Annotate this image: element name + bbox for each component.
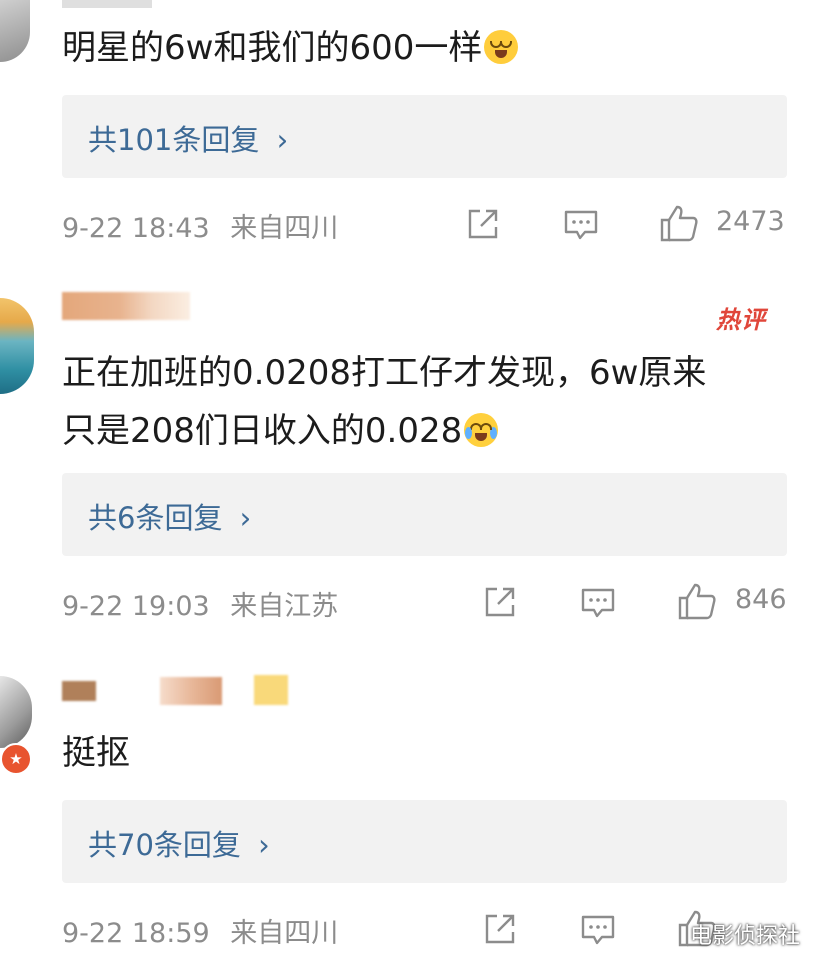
comment-text-content: 只是208们日收入的0.028 xyxy=(62,411,463,451)
comment-text-line: 只是208们日收入的0.028 xyxy=(62,400,706,462)
chevron-right-icon: › xyxy=(258,828,270,862)
share-icon[interactable] xyxy=(466,207,500,241)
reply-summary-label: 共70条回复 › xyxy=(88,822,270,864)
share-icon[interactable] xyxy=(483,912,517,946)
timestamp: 9-22 18:59 xyxy=(62,918,210,949)
reply-summary-label: 共6条回复 › xyxy=(88,495,251,537)
comment-icon[interactable] xyxy=(563,208,599,242)
chevron-right-icon: › xyxy=(276,123,289,157)
username-blurred[interactable] xyxy=(62,0,152,8)
thumbs-up-icon[interactable] xyxy=(659,203,699,243)
reply-count: 共6条回复 xyxy=(88,501,223,535)
like-count: 846 xyxy=(735,584,787,615)
comment-text: 正在加班的0.0208打工仔才发现，6w原来 只是208们日收入的0.028 xyxy=(62,342,706,462)
share-icon[interactable] xyxy=(483,585,517,619)
reply-summary-label: 共101条回复 › xyxy=(88,117,288,159)
thumbs-up-icon[interactable] xyxy=(677,581,717,621)
comment-text-line: 正在加班的0.0208打工仔才发现，6w原来 xyxy=(62,353,707,393)
comment-text: 明星的6w和我们的600一样 xyxy=(62,17,519,79)
watermark: 电影侦探社 xyxy=(690,924,801,949)
username-blurred[interactable] xyxy=(62,675,292,705)
avatar[interactable] xyxy=(0,676,32,748)
location: 来自四川 xyxy=(230,213,339,244)
comment-meta: 9-22 19:03 来自江苏 xyxy=(62,584,338,623)
reply-summary[interactable]: 共6条回复 › xyxy=(62,473,787,556)
hot-comment-badge: 热评 xyxy=(716,306,766,334)
comment-meta: 9-22 18:59 来自四川 xyxy=(62,911,338,950)
location: 来自江苏 xyxy=(230,591,339,622)
username-blurred[interactable] xyxy=(62,292,190,320)
reply-count: 共70条回复 xyxy=(88,828,241,862)
avatar[interactable] xyxy=(0,298,34,394)
comment-meta: 9-22 18:43 来自四川 xyxy=(62,206,338,245)
comment-text-content: 明星的6w和我们的600一样 xyxy=(62,28,483,68)
comment-text: 挺抠 xyxy=(62,733,130,773)
timestamp: 9-22 19:03 xyxy=(62,591,210,622)
location: 来自四川 xyxy=(230,918,339,949)
comment-icon[interactable] xyxy=(580,586,616,620)
crying-face-emoji-icon xyxy=(484,30,519,64)
timestamp: 9-22 18:43 xyxy=(62,213,210,244)
laughing-tears-emoji-icon xyxy=(464,413,499,447)
like-count: 2473 xyxy=(716,206,785,237)
reply-summary[interactable]: 共101条回复 › xyxy=(62,95,787,178)
verified-badge-icon: ★ xyxy=(0,743,32,775)
reply-summary[interactable]: 共70条回复 › xyxy=(62,800,787,883)
chevron-right-icon: › xyxy=(239,501,252,535)
reply-count: 共101条回复 xyxy=(88,123,260,157)
comment-icon[interactable] xyxy=(580,913,616,947)
avatar[interactable] xyxy=(0,0,30,62)
